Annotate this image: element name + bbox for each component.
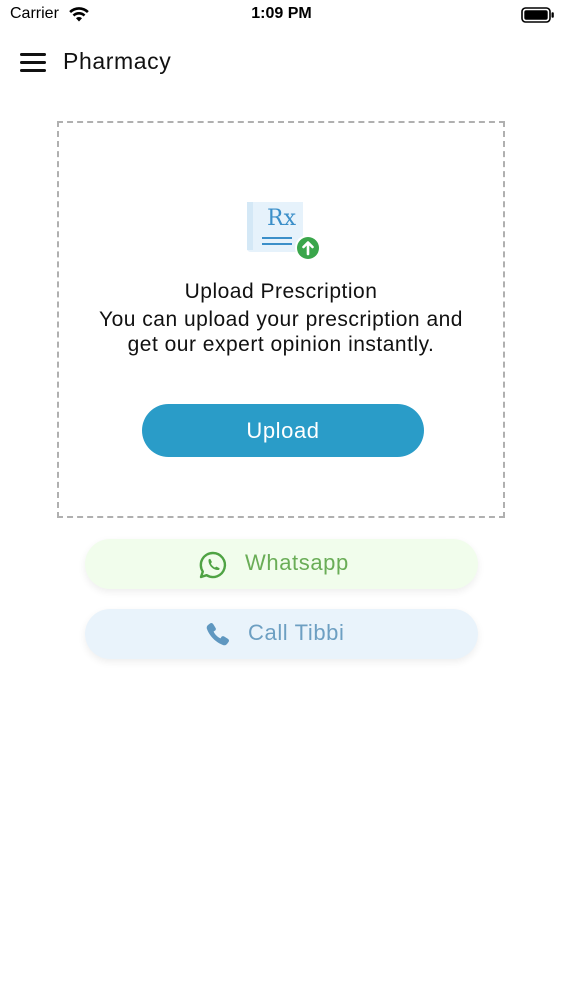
hamburger-menu-icon[interactable] [18, 50, 48, 76]
prescription-upload-icon: Rx [247, 202, 321, 261]
status-bar: Carrier 1:09 PM [0, 0, 563, 30]
page-title: Pharmacy [63, 48, 172, 74]
upload-title: Upload Prescription [184, 280, 378, 303]
call-tibbi-label: Call Tibbi [248, 620, 345, 645]
call-tibbi-button[interactable]: Call Tibbi [85, 609, 478, 659]
whatsapp-label: Whatsapp [245, 550, 349, 575]
whatsapp-button[interactable]: Whatsapp [85, 539, 478, 589]
upload-description: You can upload your prescription and get… [99, 308, 463, 356]
rx-symbol: Rx [267, 206, 297, 231]
whatsapp-icon [199, 551, 227, 579]
battery-icon [521, 7, 554, 23]
app-header: Pharmacy [0, 40, 563, 86]
upload-prescription-dropzone[interactable]: Rx Upload Prescription You can upload yo… [57, 121, 505, 518]
status-time: 1:09 PM [251, 5, 312, 22]
phone-icon [206, 623, 229, 646]
upload-button[interactable]: Upload [142, 404, 424, 457]
